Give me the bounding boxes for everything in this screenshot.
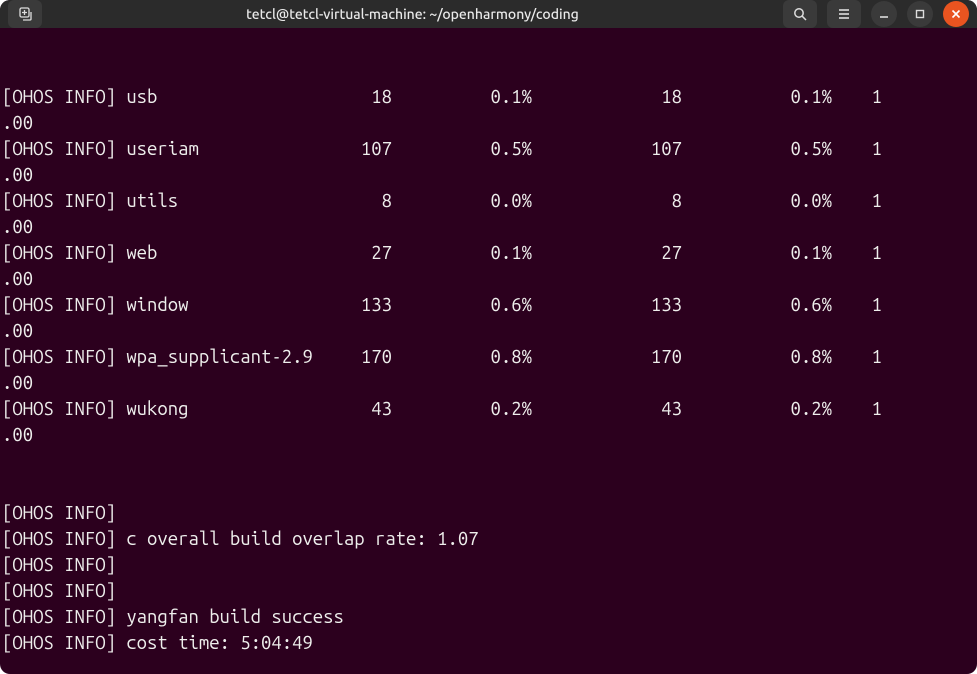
info-line: [OHOS INFO] (2, 500, 971, 526)
stat-row-count2: 43 (532, 396, 682, 422)
maximize-button[interactable] (907, 1, 933, 27)
stat-row-suffix: .00 (2, 162, 971, 188)
minimize-button[interactable] (871, 1, 897, 27)
minimize-icon (878, 8, 890, 20)
stat-row-pct2: 0.0% (682, 188, 832, 214)
stat-row-ratio: 1 (832, 396, 882, 422)
stat-row-count2: 133 (532, 292, 682, 318)
stat-row-pct2: 0.6% (682, 292, 832, 318)
stat-row-count1: 170 (302, 344, 392, 370)
stat-row-count1: 133 (302, 292, 392, 318)
stat-row-name: [OHOS INFO] window (2, 292, 302, 318)
titlebar: tetcl@tetcl-virtual-machine: ~/openharmo… (0, 0, 977, 28)
stat-row-pct1: 0.1% (392, 240, 532, 266)
stat-row-name: [OHOS INFO] web (2, 240, 302, 266)
terminal-body[interactable]: [OHOS INFO] usb180.1%180.1%1.00[OHOS INF… (0, 28, 977, 674)
info-line: [OHOS INFO] cost time: 5:04:49 (2, 630, 971, 656)
stat-row-pct1: 0.5% (392, 136, 532, 162)
info-line: [OHOS INFO] (2, 552, 971, 578)
stat-row: [OHOS INFO] utils80.0%80.0%1 (2, 188, 971, 214)
hamburger-icon (836, 6, 852, 22)
stat-row-count2: 18 (532, 84, 682, 110)
build-stats-rows: [OHOS INFO] usb180.1%180.1%1.00[OHOS INF… (2, 84, 971, 448)
stat-row-ratio: 1 (832, 240, 882, 266)
stat-row-suffix: .00 (2, 422, 971, 448)
stat-row-name: [OHOS INFO] usb (2, 84, 302, 110)
stat-row-count2: 27 (532, 240, 682, 266)
stat-row-pct1: 0.2% (392, 396, 532, 422)
window-title: tetcl@tetcl-virtual-machine: ~/openharmo… (50, 6, 775, 22)
stat-row-ratio: 1 (832, 188, 882, 214)
terminal-window: tetcl@tetcl-virtual-machine: ~/openharmo… (0, 0, 977, 674)
stat-row-ratio: 1 (832, 292, 882, 318)
stat-row-count1: 107 (302, 136, 392, 162)
stat-row-pct2: 0.5% (682, 136, 832, 162)
search-icon (792, 6, 808, 22)
stat-row-count2: 107 (532, 136, 682, 162)
stat-row-suffix: .00 (2, 110, 971, 136)
stat-row: [OHOS INFO] web270.1%270.1%1 (2, 240, 971, 266)
stat-row-count2: 170 (532, 344, 682, 370)
stat-row-suffix: .00 (2, 214, 971, 240)
stat-row-pct1: 0.1% (392, 84, 532, 110)
search-button[interactable] (783, 0, 817, 28)
stat-row-count1: 8 (302, 188, 392, 214)
stat-row-suffix: .00 (2, 266, 971, 292)
stat-row-ratio: 1 (832, 136, 882, 162)
info-line: [OHOS INFO] (2, 578, 971, 604)
stat-row-count1: 18 (302, 84, 392, 110)
stat-row-count1: 27 (302, 240, 392, 266)
menu-button[interactable] (827, 0, 861, 28)
stat-row-count2: 8 (532, 188, 682, 214)
titlebar-right-controls (783, 0, 969, 28)
stat-row-pct2: 0.1% (682, 240, 832, 266)
stat-row: [OHOS INFO] useriam1070.5%1070.5%1 (2, 136, 971, 162)
stat-row: [OHOS INFO] window1330.6%1330.6%1 (2, 292, 971, 318)
stat-row-pct1: 0.6% (392, 292, 532, 318)
stat-row-suffix: .00 (2, 318, 971, 344)
stat-row-name: [OHOS INFO] utils (2, 188, 302, 214)
stat-row-pct1: 0.0% (392, 188, 532, 214)
new-tab-icon (17, 6, 33, 22)
close-icon (950, 8, 962, 20)
info-line: [OHOS INFO] c overall build overlap rate… (2, 526, 971, 552)
stat-row: [OHOS INFO] usb180.1%180.1%1 (2, 84, 971, 110)
stat-row: [OHOS INFO] wpa_supplicant-2.91700.8%170… (2, 344, 971, 370)
stat-row-name: [OHOS INFO] wpa_supplicant-2.9 (2, 344, 302, 370)
stat-row-ratio: 1 (832, 344, 882, 370)
new-tab-button[interactable] (8, 0, 42, 28)
stat-row-pct2: 0.1% (682, 84, 832, 110)
stat-row-pct2: 0.2% (682, 396, 832, 422)
stat-row-ratio: 1 (832, 84, 882, 110)
stat-row-name: [OHOS INFO] wukong (2, 396, 302, 422)
build-info-lines: [OHOS INFO][OHOS INFO] c overall build o… (2, 500, 971, 656)
stat-row-suffix: .00 (2, 370, 971, 396)
info-line: [OHOS INFO] yangfan build success (2, 604, 971, 630)
stat-row-pct2: 0.8% (682, 344, 832, 370)
stat-row: [OHOS INFO] wukong430.2%430.2%1 (2, 396, 971, 422)
stat-row-pct1: 0.8% (392, 344, 532, 370)
stat-row-name: [OHOS INFO] useriam (2, 136, 302, 162)
close-button[interactable] (943, 1, 969, 27)
maximize-icon (914, 8, 926, 20)
stat-row-count1: 43 (302, 396, 392, 422)
